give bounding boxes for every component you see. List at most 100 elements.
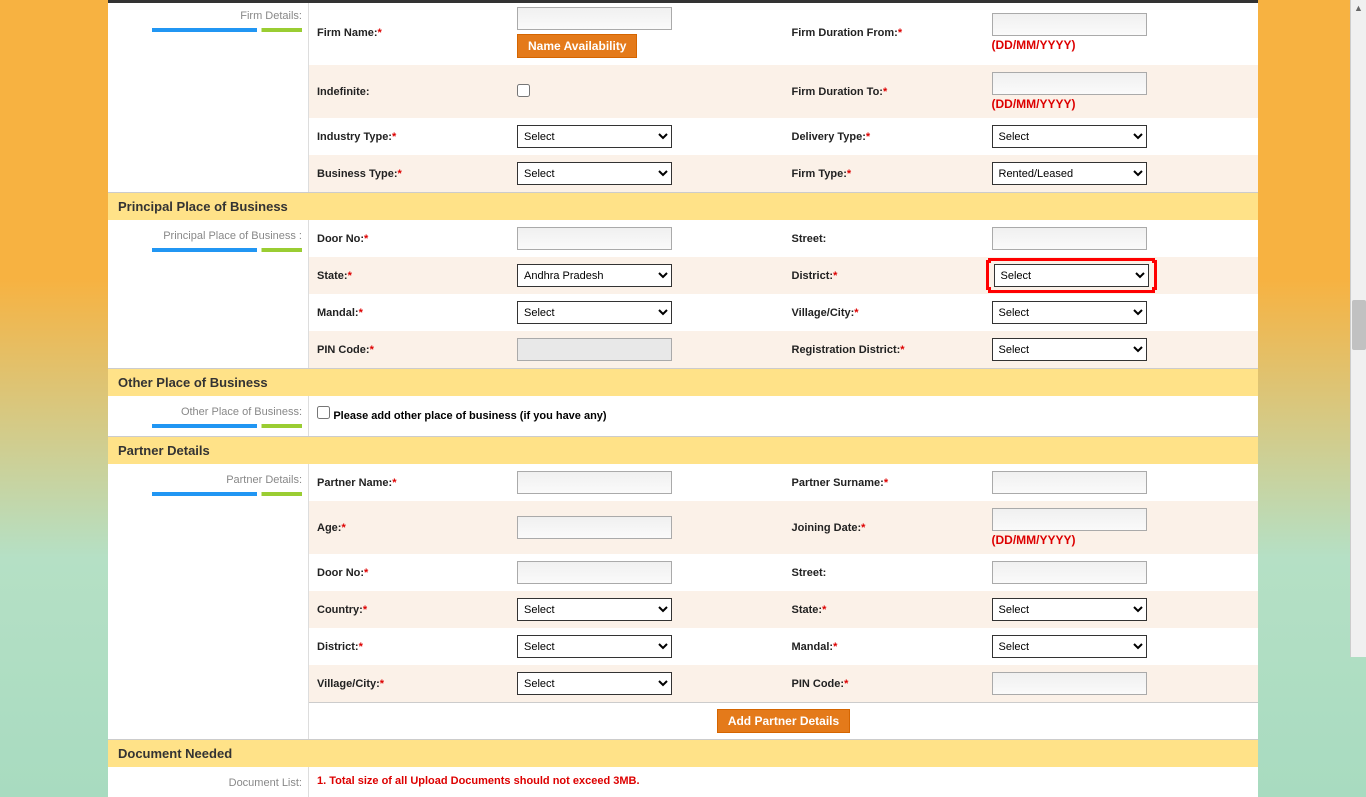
industry-type-select[interactable]: Select — [517, 125, 672, 148]
date-format-hint: (DD/MM/YYYY) — [992, 38, 1251, 52]
firm-type-control: Rented/Leased — [992, 162, 1251, 185]
registration-district-select[interactable]: Select — [992, 338, 1147, 361]
firm-name-input[interactable] — [517, 7, 672, 30]
partner-state-select[interactable]: Select — [992, 598, 1147, 621]
partner-name-input[interactable] — [517, 471, 672, 494]
delivery-type-label: Delivery Type:* — [792, 131, 992, 143]
form-row: Village/City:* Select PIN Code:* — [309, 665, 1258, 702]
door-no-group: Door No:* — [309, 223, 784, 254]
form-row: District:* Select Mandal:* Select — [309, 628, 1258, 665]
indefinite-control — [517, 84, 776, 100]
partner-pin-code-input[interactable] — [992, 672, 1147, 695]
date-format-hint: (DD/MM/YYYY) — [992, 97, 1251, 111]
firm-type-select[interactable]: Rented/Leased — [992, 162, 1147, 185]
page-wrapper: Firm Details: Firm Name:* Name Availabil… — [108, 0, 1258, 797]
mandal-group: Mandal:* Select — [309, 297, 784, 328]
partner-door-no-label: Door No:* — [317, 567, 517, 579]
principal-place-side-label: Principal Place of Business : — [108, 220, 308, 368]
joining-date-input[interactable] — [992, 508, 1147, 531]
date-format-hint: (DD/MM/YYYY) — [992, 533, 1251, 547]
other-place-form: Please add other place of business (if y… — [308, 396, 1258, 436]
add-partner-button[interactable]: Add Partner Details — [717, 709, 850, 733]
partner-state-group: State:* Select — [784, 594, 1259, 625]
partner-surname-label: Partner Surname:* — [792, 477, 992, 489]
indefinite-label: Indefinite: — [317, 86, 517, 98]
form-row: Door No:* Street: — [309, 220, 1258, 257]
firm-details-form: Firm Name:* Name Availability Firm Durat… — [308, 0, 1258, 192]
state-label: State:* — [317, 270, 517, 282]
other-business-checkbox[interactable] — [317, 406, 330, 419]
partner-door-no-input[interactable] — [517, 561, 672, 584]
form-row: Mandal:* Select Village/City:* Select — [309, 294, 1258, 331]
other-place-side-label: Other Place of Business: — [108, 396, 308, 436]
firm-duration-to-input[interactable] — [992, 72, 1147, 95]
partner-mandal-label: Mandal:* — [792, 641, 992, 653]
partner-name-label: Partner Name:* — [317, 477, 517, 489]
underline-decoration — [152, 424, 302, 428]
business-type-select[interactable]: Select — [517, 162, 672, 185]
underline-decoration — [152, 492, 302, 496]
firm-duration-from-control: (DD/MM/YYYY) — [992, 13, 1251, 52]
scroll-thumb[interactable] — [1352, 300, 1366, 350]
document-needed-block: Document List: 1. Total size of all Uplo… — [108, 767, 1258, 797]
scrollbar-track[interactable]: ▲ — [1350, 0, 1366, 657]
joining-date-group: Joining Date:* (DD/MM/YYYY) — [784, 504, 1259, 551]
pin-code-label: PIN Code:* — [317, 344, 517, 356]
partner-village-city-select[interactable]: Select — [517, 672, 672, 695]
partner-details-side-label: Partner Details: — [108, 464, 308, 739]
partner-district-group: District:* Select — [309, 631, 784, 662]
form-row: Partner Name:* Partner Surname:* — [309, 464, 1258, 501]
age-label: Age:* — [317, 522, 517, 534]
mandal-select[interactable]: Select — [517, 301, 672, 324]
partner-district-label: District:* — [317, 641, 517, 653]
add-partner-row: Add Partner Details — [309, 702, 1258, 739]
partner-country-select[interactable]: Select — [517, 598, 672, 621]
other-place-header: Other Place of Business — [108, 368, 1258, 396]
underline-decoration — [152, 248, 302, 252]
age-input[interactable] — [517, 516, 672, 539]
principal-place-header: Principal Place of Business — [108, 192, 1258, 220]
partner-country-label: Country:* — [317, 604, 517, 616]
partner-district-select[interactable]: Select — [517, 635, 672, 658]
firm-name-label: Firm Name:* — [317, 27, 517, 39]
document-list-side-label: Document List: — [108, 767, 308, 797]
district-select[interactable]: Select — [994, 264, 1149, 287]
firm-type-group: Firm Type:* Rented/Leased — [784, 158, 1259, 189]
partner-door-no-group: Door No:* — [309, 557, 784, 588]
street-input[interactable] — [992, 227, 1147, 250]
business-type-label: Business Type:* — [317, 168, 517, 180]
village-city-group: Village/City:* Select — [784, 297, 1259, 328]
partner-country-group: Country:* Select — [309, 594, 784, 625]
partner-state-label: State:* — [792, 604, 992, 616]
age-group: Age:* — [309, 504, 784, 551]
district-label: District:* — [792, 270, 992, 282]
business-type-group: Business Type:* Select — [309, 158, 784, 189]
district-group: District:* Select — [784, 260, 1259, 291]
firm-duration-from-input[interactable] — [992, 13, 1147, 36]
scroll-up-arrow-icon[interactable]: ▲ — [1351, 0, 1366, 16]
village-city-select[interactable]: Select — [992, 301, 1147, 324]
pin-code-input[interactable] — [517, 338, 672, 361]
joining-date-label: Joining Date:* — [792, 522, 992, 534]
partner-village-city-group: Village/City:* Select — [309, 668, 784, 699]
partner-mandal-select[interactable]: Select — [992, 635, 1147, 658]
partner-street-label: Street: — [792, 567, 992, 579]
partner-surname-input[interactable] — [992, 471, 1147, 494]
delivery-type-select[interactable]: Select — [992, 125, 1147, 148]
firm-name-control: Name Availability — [517, 7, 776, 58]
firm-duration-from-label: Firm Duration From:* — [792, 27, 992, 39]
form-row: Door No:* Street: — [309, 554, 1258, 591]
state-group: State:* Andhra Pradesh — [309, 260, 784, 291]
firm-details-block: Firm Details: Firm Name:* Name Availabil… — [108, 0, 1258, 192]
indefinite-checkbox[interactable] — [517, 84, 530, 97]
partner-surname-group: Partner Surname:* — [784, 467, 1259, 498]
door-no-input[interactable] — [517, 227, 672, 250]
underline-decoration — [152, 28, 302, 32]
registration-district-label: Registration District:* — [792, 344, 992, 356]
partner-street-input[interactable] — [992, 561, 1147, 584]
name-availability-button[interactable]: Name Availability — [517, 34, 637, 58]
firm-type-label: Firm Type:* — [792, 168, 992, 180]
pin-code-group: PIN Code:* — [309, 334, 784, 365]
state-select[interactable]: Andhra Pradesh — [517, 264, 672, 287]
other-place-side-text: Other Place of Business: — [181, 406, 302, 418]
